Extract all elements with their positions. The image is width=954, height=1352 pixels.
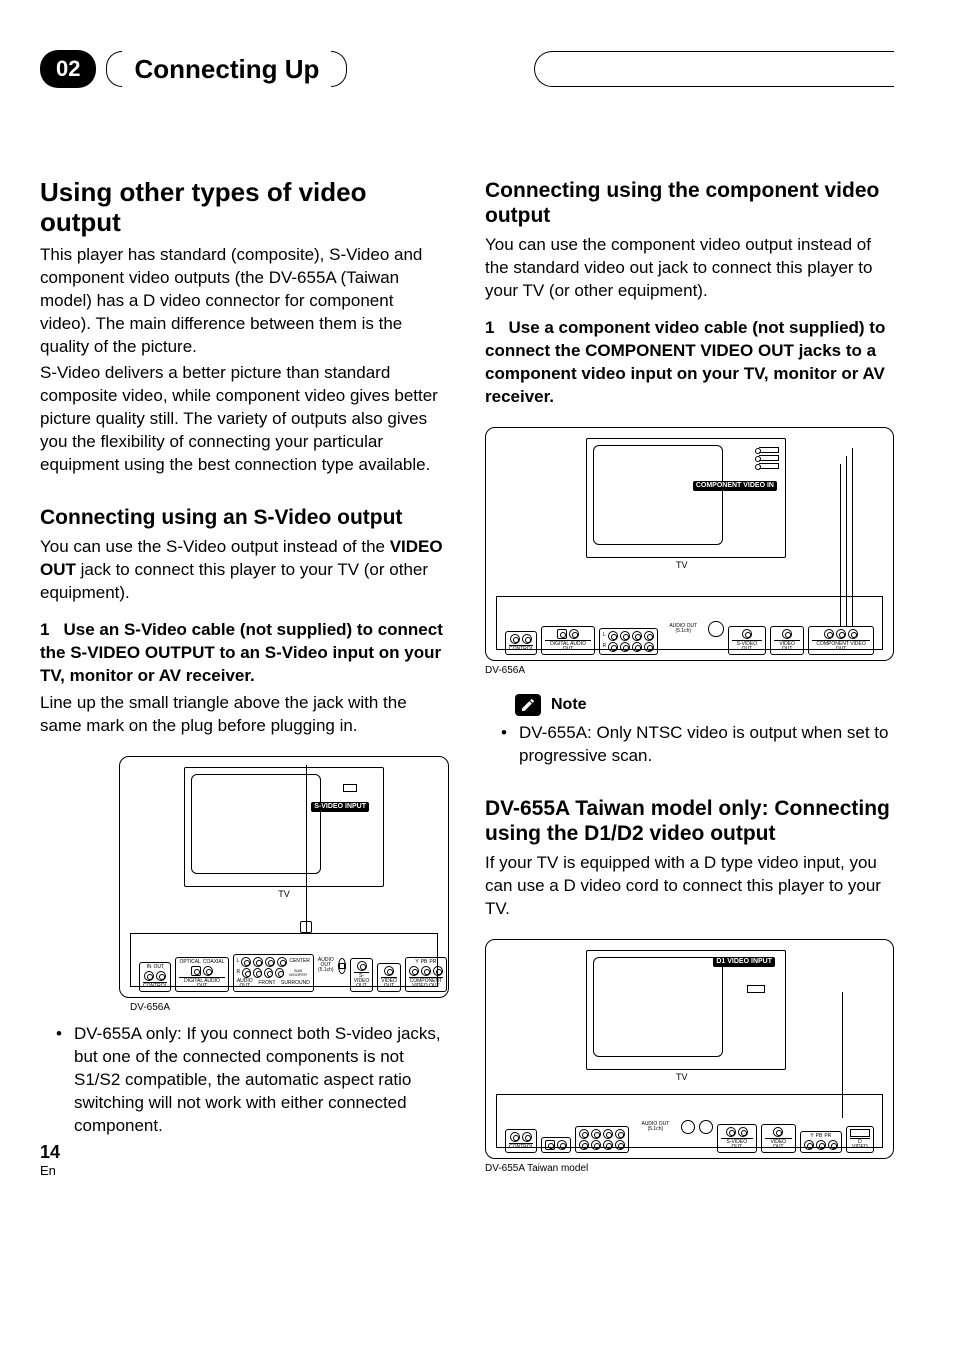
tv-box: COMPONENT VIDEO IN (586, 438, 786, 558)
bullet-svideo-note: DV-655A only: If you connect both S-vide… (74, 1023, 449, 1138)
step-text: Use a component video cable (not supplie… (485, 318, 885, 406)
step-number: 1 (485, 317, 494, 340)
section-heading-video-output: Using other types of video output (40, 178, 449, 238)
page-footer: 14 En (40, 1142, 60, 1178)
tv-caption: TV (130, 889, 438, 899)
header-right-capsule (534, 51, 894, 87)
chapter-title-capsule: Connecting Up (106, 51, 347, 87)
pencil-note-icon (515, 694, 541, 716)
diagram-caption: DV-656A (130, 1002, 449, 1013)
paragraph: You can use the component video output i… (485, 234, 894, 303)
tv-input-badge: S-VIDEO INPUT (311, 802, 369, 812)
note-label: Note (551, 696, 587, 714)
chapter-title: Connecting Up (122, 54, 331, 85)
note-bullet: DV-655A: Only NTSC video is output when … (519, 722, 894, 768)
tv-input-badge: COMPONENT VIDEO IN (693, 481, 777, 491)
right-column: Connecting using the component video out… (485, 178, 894, 1174)
text: jack to connect this player to your TV (… (40, 560, 428, 602)
paragraph: If your TV is equipped with a D type vid… (485, 852, 894, 921)
chapter-number-badge: 02 (40, 50, 96, 88)
left-column: Using other types of video output This p… (40, 178, 449, 1174)
tv-caption: TV (676, 1072, 883, 1082)
paragraph: S-Video delivers a better picture than s… (40, 362, 449, 477)
subheading-component: Connecting using the component video out… (485, 178, 894, 228)
paragraph: Line up the small triangle above the jac… (40, 692, 449, 738)
diagram-svideo: S-VIDEO INPUT TV INOUT (119, 756, 449, 998)
subheading-svideo: Connecting using an S-Video output (40, 505, 449, 530)
player-back-panel: INOUT CONTROL OPTICALCOAXIAL DIGITAL AUD… (130, 933, 438, 987)
diagram-component: COMPONENT VIDEO IN TV CONTROL DIGITAL AU… (485, 427, 894, 661)
diagram-d1d2: D1 VIDEO INPUT TV CONTROL (485, 939, 894, 1159)
tv-box: S-VIDEO INPUT (184, 767, 384, 887)
chapter-header: 02 Connecting Up (40, 50, 894, 88)
page-language: En (40, 1163, 60, 1178)
diagram-caption: DV-655A Taiwan model (485, 1163, 894, 1174)
step-1-svideo: 1Use an S-Video cable (not supplied) to … (40, 619, 449, 688)
diagram-caption: DV-656A (485, 665, 894, 676)
step-number: 1 (40, 619, 49, 642)
subheading-d1d2: DV-655A Taiwan model only: Connecting us… (485, 796, 894, 846)
note-row: Note (515, 694, 894, 716)
step-1-component: 1Use a component video cable (not suppli… (485, 317, 894, 409)
paragraph: This player has standard (composite), S-… (40, 244, 449, 359)
text: You can use the S-Video output instead o… (40, 537, 390, 556)
player-back-panel: CONTROL DIGITAL AUDIO OUT L R AUDIO OUT … (496, 596, 883, 650)
tv-box: D1 VIDEO INPUT (586, 950, 786, 1070)
tv-input-badge: D1 VIDEO INPUT (713, 957, 775, 967)
player-back-panel: CONTROL AUDIO OUT (5.1ch) S-VIDEO OUT VI… (496, 1094, 883, 1148)
step-text: Use an S-Video cable (not supplied) to c… (40, 620, 443, 685)
page-number: 14 (40, 1142, 60, 1163)
paragraph: You can use the S-Video output instead o… (40, 536, 449, 605)
